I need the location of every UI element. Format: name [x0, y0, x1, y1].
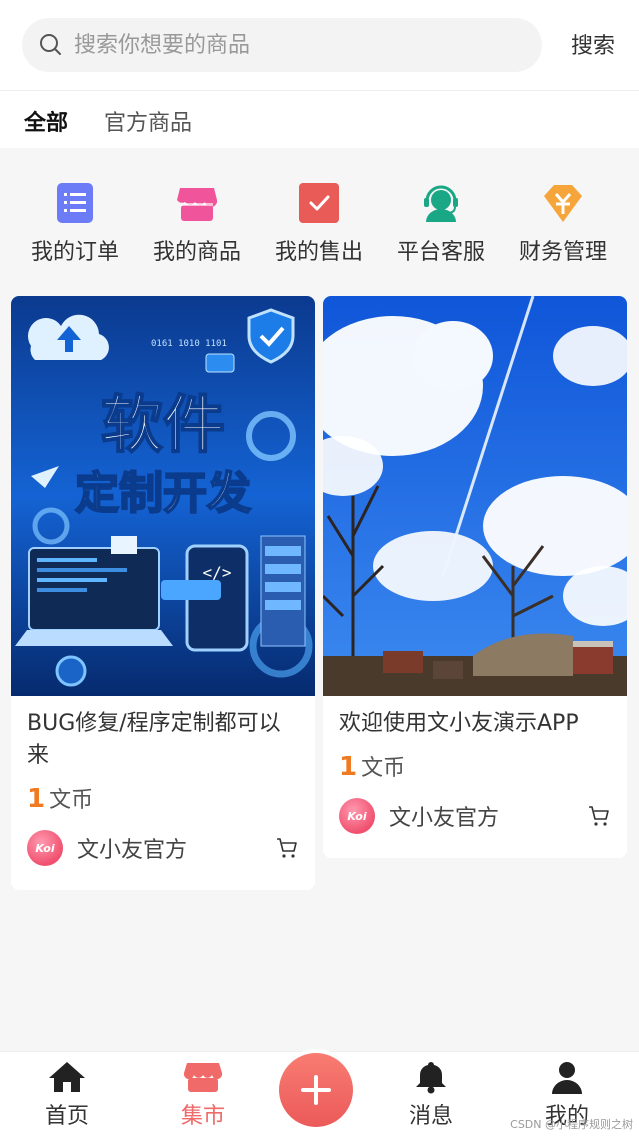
product-image[interactable] — [323, 296, 627, 696]
product-card[interactable]: 欢迎使用文小友演示APP 1 文币 Koi 文小友官方 — [323, 296, 627, 858]
search-button[interactable]: 搜索 — [571, 28, 615, 60]
tab-all[interactable]: 全部 — [24, 105, 68, 137]
cart-icon[interactable] — [587, 804, 611, 828]
market-icon — [183, 1063, 223, 1092]
product-card[interactable]: 0161 1010 1101 软件 定制开发 </> BUG修复/程序定制都可以… — [11, 296, 315, 890]
search-box[interactable] — [22, 18, 542, 72]
nav-home[interactable]: 首页 — [17, 1060, 117, 1130]
nav-label: 集市 — [180, 1104, 225, 1129]
menu-label: 财务管理 — [518, 240, 607, 265]
nav-label: 首页 — [44, 1104, 89, 1129]
shop-icon — [177, 188, 218, 221]
sold-check-icon — [299, 183, 339, 223]
cart-icon[interactable] — [275, 836, 299, 860]
seller-row: Koi 文小友官方 — [27, 828, 299, 868]
menu-label: 平台客服 — [396, 240, 485, 265]
publish-button[interactable] — [279, 1053, 353, 1127]
product-image[interactable]: 0161 1010 1101 软件 定制开发 </> — [11, 296, 315, 696]
nav-market[interactable]: 集市 — [153, 1060, 253, 1130]
product-title[interactable]: BUG修复/程序定制都可以来 — [27, 708, 299, 772]
customer-service-icon — [424, 185, 458, 222]
menu-label: 我的售出 — [274, 240, 363, 265]
search-icon — [40, 34, 61, 55]
seller-row: Koi 文小友官方 — [339, 796, 611, 836]
price-currency: 文币 — [49, 788, 94, 813]
menu-finance[interactable]: 财务管理 — [502, 170, 624, 266]
price-currency: 文币 — [361, 756, 406, 781]
nav-label: 消息 — [408, 1104, 453, 1129]
nav-messages[interactable]: 消息 — [381, 1060, 481, 1130]
product-title[interactable]: 欢迎使用文小友演示APP — [339, 708, 611, 740]
price-value: 1 — [27, 784, 46, 814]
order-list-icon — [57, 183, 93, 223]
product-price: 1 文币 — [339, 750, 611, 782]
avatar[interactable]: Koi — [339, 798, 375, 834]
image-subheadline: 定制开发 — [75, 468, 251, 519]
menu-label: 我的商品 — [152, 240, 241, 265]
search-input[interactable] — [72, 31, 516, 59]
menu-my-products[interactable]: 我的商品 — [136, 170, 258, 266]
product-price: 1 文币 — [27, 782, 299, 814]
finance-yuan-icon — [544, 185, 582, 222]
tab-official-products[interactable]: 官方商品 — [104, 105, 192, 137]
avatar[interactable]: Koi — [27, 830, 63, 866]
user-icon — [552, 1062, 582, 1094]
menu-label: 我的订单 — [30, 240, 119, 265]
menu-customer-service[interactable]: 平台客服 — [380, 170, 502, 266]
plus-icon — [301, 1075, 331, 1105]
header: 搜索 — [0, 0, 639, 91]
quick-menu: 我的订单 我的商品 我的售出 平台客服 财务管理 — [0, 170, 639, 280]
watermark: CSDN @小程序规则之树 — [510, 1118, 633, 1131]
menu-my-sold[interactable]: 我的售出 — [258, 170, 380, 266]
image-headline: 软件 — [101, 388, 225, 461]
seller-name[interactable]: 文小友官方 — [389, 800, 499, 832]
svg-text:</>: </> — [203, 563, 232, 582]
image-binary-text: 0161 1010 1101 — [151, 339, 227, 349]
price-value: 1 — [339, 752, 358, 782]
bell-icon — [416, 1062, 446, 1094]
menu-my-orders[interactable]: 我的订单 — [14, 170, 136, 266]
home-icon — [49, 1062, 85, 1092]
category-tabs: 全部 官方商品 — [0, 91, 639, 148]
seller-name[interactable]: 文小友官方 — [77, 832, 187, 864]
